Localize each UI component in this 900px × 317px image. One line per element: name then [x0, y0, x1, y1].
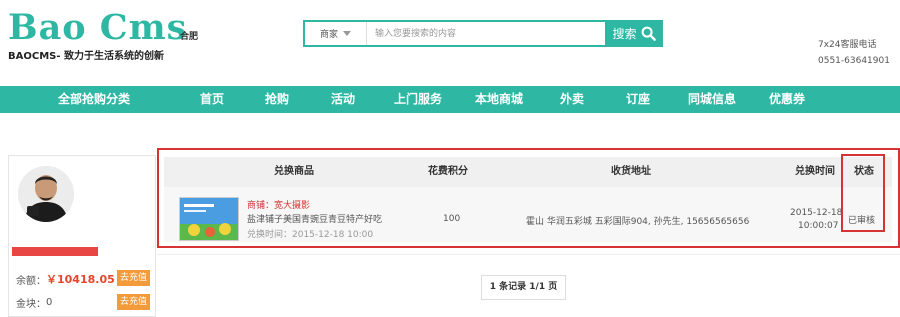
exchange-table: 兑换商品 花费积分 收货地址 兑换时间 状态 商铺：宽大摄影 盐津铺子美国青豌豆…	[157, 148, 900, 248]
points-value: 100	[443, 214, 461, 224]
product-name[interactable]: 盐津铺子美国青豌豆青豆特产好吃	[247, 212, 382, 225]
balance-row: 余额： ￥10418.05	[16, 271, 115, 287]
time-clock: 10:00:07	[798, 221, 839, 231]
balance-label: 余额：	[16, 275, 46, 287]
search-type-select[interactable]: 商家	[305, 22, 367, 45]
pagination: 1 条记录 1/1 页	[481, 275, 566, 300]
table-header: 兑换商品 花费积分 收货地址 兑换时间 状态	[164, 157, 892, 187]
nav-item-local-mall[interactable]: 本地商城	[475, 86, 523, 113]
nav-item-takeout[interactable]: 外卖	[560, 86, 584, 113]
user-sidebar: 余额： ￥10418.05 去充值 金块： 0 去充值	[8, 155, 156, 317]
nav-item-all-categories[interactable]: 全部抢购分类	[58, 86, 130, 113]
divider	[157, 254, 900, 255]
logo-subtitle: BAOCMS- 致力于生活系统的创新	[8, 51, 164, 62]
time-date: 2015-12-18	[790, 208, 843, 218]
balance-value: ￥10418.05	[46, 273, 115, 286]
column-header-product: 兑换商品	[274, 166, 314, 177]
search-button[interactable]: 搜索	[605, 20, 663, 47]
status-badge: 已审核	[848, 216, 876, 226]
search-button-label: 搜索	[612, 27, 637, 41]
logo-title: Bao Cms	[8, 7, 188, 48]
shop-name-link[interactable]: 商铺：宽大摄影	[247, 198, 310, 211]
logo[interactable]: Bao Cms BAOCMS- 致力于生活系统的创新	[8, 7, 188, 63]
nav-item-reservation[interactable]: 订座	[626, 86, 650, 113]
product-image	[180, 198, 238, 240]
address-value: 霍山 华润五彩城 五彩国际904, 孙先生, 15656565656	[526, 217, 750, 227]
search-bar: 商家 搜索	[303, 20, 663, 47]
header: Bao Cms BAOCMS- 致力于生活系统的创新 合肥 商家 搜索 7x24…	[0, 0, 900, 86]
column-header-time: 兑换时间	[795, 166, 835, 177]
main-nav: 全部抢购分类 首页 抢购 活动 上门服务 本地商城 外卖 订座 同城信息 优惠券	[0, 86, 900, 113]
nav-item-home[interactable]: 首页	[200, 86, 224, 113]
service-label: 7x24客服电话	[818, 40, 877, 50]
gold-row: 金块： 0	[16, 295, 52, 310]
gold-recharge-button[interactable]: 去充值	[117, 294, 150, 310]
nav-item-activities[interactable]: 活动	[331, 86, 355, 113]
search-input[interactable]	[367, 22, 605, 45]
exchange-time: 兑换时间：2015-12-18 10:00	[247, 230, 374, 240]
gold-value: 0	[46, 297, 53, 308]
chevron-down-icon	[343, 31, 351, 36]
avatar[interactable]	[18, 166, 74, 222]
search-icon	[641, 26, 656, 41]
nav-item-city-info[interactable]: 同城信息	[688, 86, 736, 113]
avatar-image	[18, 166, 74, 222]
username-bar	[12, 247, 98, 256]
city-selector[interactable]: 合肥	[180, 29, 198, 42]
nav-item-home-service[interactable]: 上门服务	[394, 86, 442, 113]
gold-label: 金块：	[16, 299, 46, 310]
table-row: 商铺：宽大摄影 盐津铺子美国青豌豆青豆特产好吃 兑换时间：2015-12-18 …	[164, 187, 892, 242]
search-type-label: 商家	[319, 30, 338, 40]
recharge-button[interactable]: 去充值	[117, 270, 150, 286]
service-phone: 0551-63641901	[818, 56, 890, 66]
nav-item-coupons[interactable]: 优惠券	[769, 86, 805, 113]
nav-item-group-buy[interactable]: 抢购	[265, 86, 289, 113]
column-header-address: 收货地址	[611, 166, 651, 177]
column-header-points: 花费积分	[428, 166, 468, 177]
product-thumbnail[interactable]	[179, 197, 239, 241]
